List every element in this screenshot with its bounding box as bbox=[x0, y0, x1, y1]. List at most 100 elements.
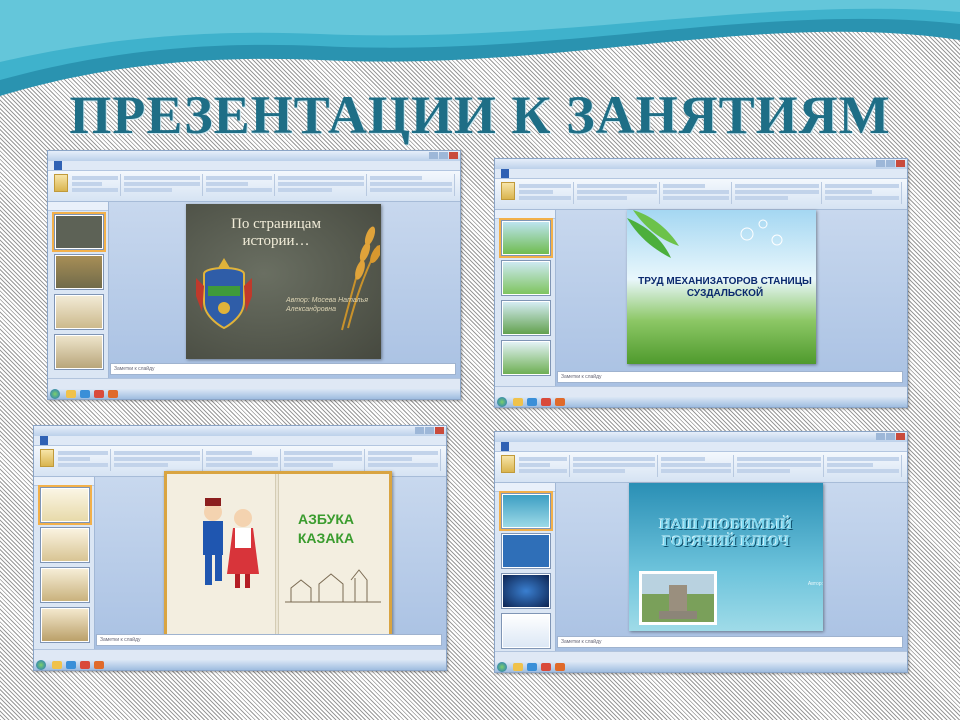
thumbnails-tabs[interactable] bbox=[495, 483, 555, 492]
notes-field[interactable]: Заметки к слайду bbox=[557, 371, 903, 383]
browser-icon[interactable] bbox=[80, 390, 90, 398]
taskbar bbox=[34, 660, 446, 670]
thumbnails-tabs[interactable] bbox=[34, 477, 94, 486]
maximize-icon[interactable] bbox=[886, 160, 895, 167]
minimize-icon[interactable] bbox=[876, 433, 885, 440]
window-titlebar bbox=[34, 426, 446, 436]
start-button[interactable] bbox=[50, 389, 60, 399]
powerpoint-screenshot-2: ТРУД МЕХАНИЗАТОРОВ СТАНИЦЫ СУЗДАЛЬСКОЙ З… bbox=[494, 158, 908, 408]
ribbon-group bbox=[112, 449, 203, 471]
powerpoint-icon[interactable] bbox=[94, 661, 104, 669]
slide-thumbnail[interactable] bbox=[499, 491, 553, 531]
folder-icon[interactable] bbox=[52, 661, 62, 669]
file-tab[interactable] bbox=[54, 161, 62, 170]
ribbon-tabs bbox=[495, 442, 907, 452]
ribbon-toolbar bbox=[495, 179, 907, 210]
slide-thumbnail[interactable] bbox=[38, 485, 92, 525]
folder-icon[interactable] bbox=[513, 398, 523, 406]
slide-thumbnail[interactable] bbox=[40, 527, 90, 563]
close-icon[interactable] bbox=[896, 433, 905, 440]
notes-field[interactable]: Заметки к слайду bbox=[110, 363, 456, 375]
cossack-children-image bbox=[203, 498, 259, 588]
slide-thumbnails-pane bbox=[495, 483, 556, 652]
ribbon-group bbox=[282, 449, 365, 471]
powerpoint-icon[interactable] bbox=[555, 398, 565, 406]
maximize-icon[interactable] bbox=[439, 152, 448, 159]
paste-icon[interactable] bbox=[40, 449, 54, 467]
slide-thumbnail[interactable] bbox=[501, 533, 551, 569]
browser-icon[interactable] bbox=[527, 398, 537, 406]
close-icon[interactable] bbox=[435, 427, 444, 434]
taskbar bbox=[495, 397, 907, 407]
slide-canvas[interactable]: АЗБУКА КАЗАКА bbox=[164, 471, 392, 639]
editor-area: По страницам истории… Автор: Мосева Ната… bbox=[48, 202, 460, 379]
ribbon-group bbox=[366, 449, 441, 471]
ribbon-tabs bbox=[495, 169, 907, 179]
slide-thumbnail[interactable] bbox=[501, 573, 551, 609]
powerpoint-icon[interactable] bbox=[555, 663, 565, 671]
slide-canvas[interactable]: ТРУД МЕХАНИЗАТОРОВ СТАНИЦЫ СУЗДАЛЬСКОЙ bbox=[627, 210, 816, 364]
leaves-image bbox=[627, 210, 783, 258]
paste-icon[interactable] bbox=[501, 182, 515, 200]
maximize-icon[interactable] bbox=[886, 433, 895, 440]
slide-thumbnail[interactable] bbox=[54, 254, 104, 290]
editor-area: НАШ ЛЮБИМЫЙ ГОРЯЧИЙ КЛЮЧ Автор: Заметки … bbox=[495, 483, 907, 652]
slide-author: Автор: bbox=[807, 581, 823, 587]
ribbon-group bbox=[735, 455, 824, 477]
start-button[interactable] bbox=[497, 662, 507, 672]
slide-thumbnail[interactable] bbox=[40, 607, 90, 643]
ribbon-group bbox=[659, 455, 734, 477]
file-tab[interactable] bbox=[501, 442, 509, 451]
app-icon[interactable] bbox=[80, 661, 90, 669]
thumbnails-tabs[interactable] bbox=[495, 210, 555, 219]
app-icon[interactable] bbox=[541, 663, 551, 671]
minimize-icon[interactable] bbox=[429, 152, 438, 159]
browser-icon[interactable] bbox=[66, 661, 76, 669]
close-icon[interactable] bbox=[896, 160, 905, 167]
browser-icon[interactable] bbox=[527, 663, 537, 671]
status-bar bbox=[495, 386, 907, 397]
powerpoint-screenshot-4: НАШ ЛЮБИМЫЙ ГОРЯЧИЙ КЛЮЧ Автор: Заметки … bbox=[494, 431, 908, 673]
powerpoint-icon[interactable] bbox=[108, 390, 118, 398]
slide-thumbnail[interactable] bbox=[40, 567, 90, 603]
file-tab[interactable] bbox=[501, 169, 509, 178]
notes-field[interactable]: Заметки к слайду bbox=[557, 636, 903, 648]
app-icon[interactable] bbox=[541, 398, 551, 406]
slide-thumbnail[interactable] bbox=[499, 218, 553, 258]
thumbnails-tabs[interactable] bbox=[48, 202, 108, 211]
paste-icon[interactable] bbox=[501, 455, 515, 473]
ribbon-group bbox=[122, 174, 203, 196]
slide-thumbnail[interactable] bbox=[54, 294, 104, 330]
slide-canvas[interactable]: НАШ ЛЮБИМЫЙ ГОРЯЧИЙ КЛЮЧ Автор: bbox=[629, 483, 823, 631]
slide-title: НАШ ЛЮБИМЫЙ ГОРЯЧИЙ КЛЮЧ bbox=[659, 517, 793, 550]
window-titlebar bbox=[495, 432, 907, 442]
minimize-icon[interactable] bbox=[876, 160, 885, 167]
ribbon-group bbox=[276, 174, 367, 196]
slide-thumbnail[interactable] bbox=[52, 212, 106, 252]
minimize-icon[interactable] bbox=[415, 427, 424, 434]
ribbon-group bbox=[571, 455, 658, 477]
maximize-icon[interactable] bbox=[425, 427, 434, 434]
status-bar bbox=[34, 649, 446, 660]
file-tab[interactable] bbox=[40, 436, 48, 445]
start-button[interactable] bbox=[497, 397, 507, 407]
slide-thumbnail[interactable] bbox=[501, 260, 551, 296]
slide-thumbnail[interactable] bbox=[501, 613, 551, 649]
ribbon-group bbox=[661, 182, 732, 204]
ribbon-group bbox=[204, 449, 281, 471]
paste-icon[interactable] bbox=[54, 174, 68, 192]
app-icon[interactable] bbox=[94, 390, 104, 398]
editor-area: ТРУД МЕХАНИЗАТОРОВ СТАНИЦЫ СУЗДАЛЬСКОЙ З… bbox=[495, 210, 907, 387]
folder-icon[interactable] bbox=[513, 663, 523, 671]
page-title: ПРЕЗЕНТАЦИИ К ЗАНЯТИЯМ bbox=[69, 85, 891, 145]
folder-icon[interactable] bbox=[66, 390, 76, 398]
start-button[interactable] bbox=[36, 660, 46, 670]
slide-thumbnail[interactable] bbox=[54, 334, 104, 370]
ribbon-group bbox=[368, 174, 455, 196]
slide-thumbnail[interactable] bbox=[501, 300, 551, 336]
close-icon[interactable] bbox=[449, 152, 458, 159]
editor-area: АЗБУКА КАЗАКА Заметки к слайду bbox=[34, 471, 446, 650]
slide-thumbnail[interactable] bbox=[501, 340, 551, 376]
slide-canvas[interactable]: По страницам истории… Автор: Мосева Ната… bbox=[186, 204, 381, 359]
notes-field[interactable]: Заметки к слайду bbox=[96, 634, 442, 646]
